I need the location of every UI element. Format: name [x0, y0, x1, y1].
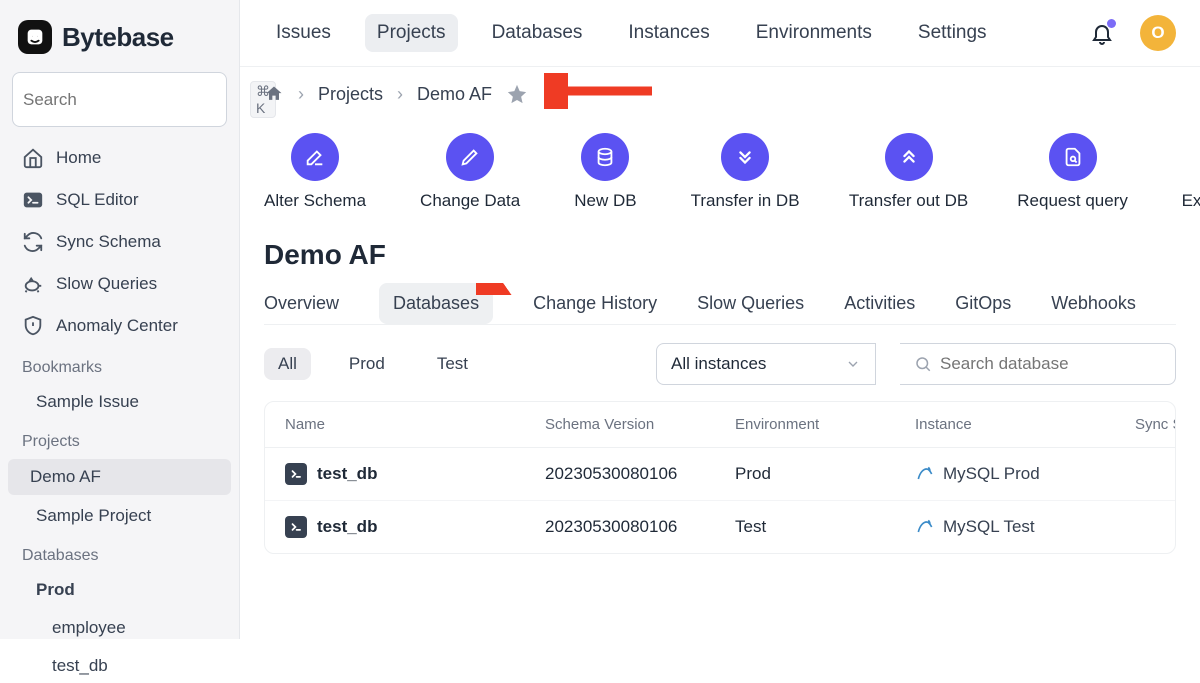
- notifications-button[interactable]: [1086, 17, 1118, 49]
- tab-gitops[interactable]: GitOps: [955, 283, 1011, 324]
- th-schema: Schema Version: [545, 416, 725, 433]
- instance-filter[interactable]: All instances: [656, 343, 876, 385]
- home-icon[interactable]: [264, 84, 284, 104]
- sidebar-item-sync-schema[interactable]: Sync Schema: [8, 223, 231, 261]
- database-search-input[interactable]: [940, 354, 1161, 374]
- breadcrumb-separator: ›: [397, 84, 403, 105]
- topnav-projects[interactable]: Projects: [365, 14, 458, 52]
- sidebar-item-label: Home: [56, 148, 101, 168]
- tab-webhooks[interactable]: Webhooks: [1051, 283, 1136, 324]
- logo-icon: [18, 20, 52, 54]
- terminal-icon: [22, 189, 44, 211]
- chevron-down-icon: [845, 356, 861, 372]
- topnav-databases[interactable]: Databases: [480, 14, 595, 52]
- th-sync: Sync Status: [1105, 416, 1176, 433]
- search-input[interactable]: ⌘ K: [12, 72, 227, 127]
- filter-row: All Prod Test All instances: [264, 343, 1176, 385]
- sidebar-item-anomaly-center[interactable]: Anomaly Center: [8, 307, 231, 345]
- breadcrumb-projects[interactable]: Projects: [318, 84, 383, 105]
- annotation-arrow: [476, 283, 556, 295]
- sidebar: Bytebase ⌘ K Home SQL Editor Sync Schema…: [0, 0, 240, 639]
- sync-icon: [22, 231, 44, 253]
- sidebar-db-group-prod[interactable]: Prod: [8, 573, 231, 607]
- tab-overview[interactable]: Overview: [264, 283, 339, 324]
- mysql-icon: [915, 464, 935, 484]
- pencil-icon: [446, 133, 494, 181]
- th-instance: Instance: [915, 416, 1095, 433]
- breadcrumb: › Projects › Demo AF: [264, 83, 1176, 105]
- env-pill-all[interactable]: All: [264, 348, 311, 380]
- sidebar-item-label: Sync Schema: [56, 232, 161, 252]
- breadcrumb-current[interactable]: Demo AF: [417, 84, 492, 105]
- topnav-instances[interactable]: Instances: [616, 14, 721, 52]
- tab-activities[interactable]: Activities: [844, 283, 915, 324]
- table-row[interactable]: test_db 20230530080106 Test MySQL Test ✓: [265, 501, 1175, 553]
- sidebar-project-sample[interactable]: Sample Project: [8, 499, 231, 533]
- env-pill-test[interactable]: Test: [423, 348, 482, 380]
- topnav-settings[interactable]: Settings: [906, 14, 999, 52]
- annotation-arrow: [544, 73, 654, 109]
- sidebar-bookmark-item[interactable]: Sample Issue: [8, 385, 231, 419]
- sidebar-item-label: SQL Editor: [56, 190, 139, 210]
- chevron-up-double-icon: [885, 133, 933, 181]
- page-title: Demo AF: [264, 239, 1176, 271]
- project-actions: Alter Schema Change Data New DB Transfer…: [264, 133, 1176, 211]
- table-row[interactable]: test_db 20230530080106 Prod MySQL Prod ✓: [265, 448, 1175, 501]
- tab-slow-queries[interactable]: Slow Queries: [697, 283, 804, 324]
- avatar[interactable]: O: [1140, 15, 1176, 51]
- terminal-icon: [285, 463, 307, 485]
- action-transfer-out[interactable]: Transfer out DB: [854, 133, 964, 211]
- action-export-data[interactable]: Export data: [1182, 133, 1200, 211]
- file-search-icon: [1049, 133, 1097, 181]
- database-search[interactable]: [900, 343, 1176, 385]
- logo[interactable]: Bytebase: [8, 12, 231, 62]
- databases-table: Name Schema Version Environment Instance…: [264, 401, 1176, 554]
- notification-dot: [1107, 19, 1116, 28]
- chevron-down-double-icon: [721, 133, 769, 181]
- home-icon: [22, 147, 44, 169]
- sidebar-item-home[interactable]: Home: [8, 139, 231, 177]
- th-name: Name: [285, 416, 535, 433]
- database-icon: [581, 133, 629, 181]
- topnav-issues[interactable]: Issues: [264, 14, 343, 52]
- th-env: Environment: [735, 416, 905, 433]
- action-alter-schema[interactable]: Alter Schema: [264, 133, 366, 211]
- terminal-icon: [285, 516, 307, 538]
- action-transfer-in[interactable]: Transfer in DB: [691, 133, 800, 211]
- mysql-icon: [915, 517, 935, 537]
- sidebar-item-label: Slow Queries: [56, 274, 157, 294]
- content-area: › Projects › Demo AF Alter Schema Change…: [240, 67, 1200, 639]
- shield-alert-icon: [22, 315, 44, 337]
- search-icon: [914, 355, 932, 373]
- breadcrumb-separator: ›: [298, 84, 304, 105]
- topnav-environments[interactable]: Environments: [744, 14, 884, 52]
- top-nav: Issues Projects Databases Instances Envi…: [240, 0, 1200, 67]
- sidebar-db-employee[interactable]: employee: [8, 611, 231, 645]
- main: Issues Projects Databases Instances Envi…: [240, 0, 1200, 639]
- sidebar-project-demo-af[interactable]: Demo AF: [8, 459, 231, 495]
- sidebar-section-bookmarks: Bookmarks: [8, 349, 231, 381]
- action-new-db[interactable]: New DB: [574, 133, 636, 211]
- sidebar-section-databases: Databases: [8, 537, 231, 569]
- action-request-query[interactable]: Request query: [1018, 133, 1128, 211]
- logo-text: Bytebase: [62, 22, 174, 53]
- star-icon[interactable]: [506, 83, 528, 105]
- sidebar-db-test-db[interactable]: test_db: [8, 649, 231, 683]
- sidebar-section-projects: Projects: [8, 423, 231, 455]
- action-change-data[interactable]: Change Data: [420, 133, 520, 211]
- sidebar-item-slow-queries[interactable]: Slow Queries: [8, 265, 231, 303]
- search-field[interactable]: [23, 90, 244, 110]
- sidebar-item-sql-editor[interactable]: SQL Editor: [8, 181, 231, 219]
- sidebar-item-label: Anomaly Center: [56, 316, 178, 336]
- turtle-icon: [22, 273, 44, 295]
- edit-square-icon: [291, 133, 339, 181]
- env-pill-prod[interactable]: Prod: [335, 348, 399, 380]
- project-tabs: Overview Databases Change History Slow Q…: [264, 283, 1176, 325]
- table-header: Name Schema Version Environment Instance…: [265, 402, 1175, 448]
